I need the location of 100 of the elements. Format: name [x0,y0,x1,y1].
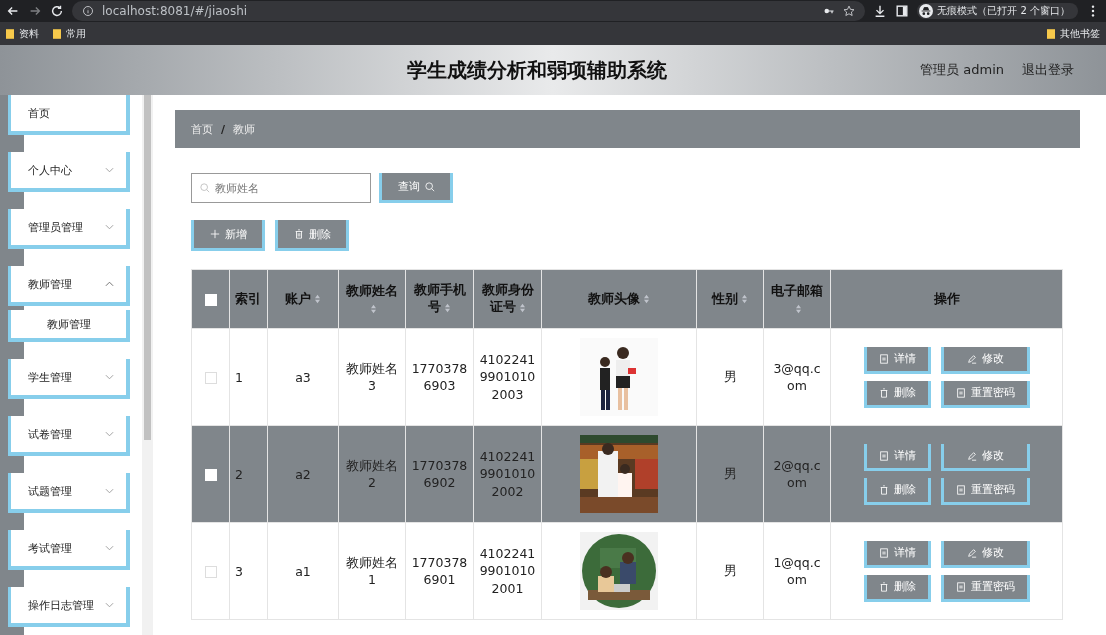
document-icon [878,547,889,558]
sort-icon[interactable] [314,294,321,304]
sort-icon[interactable] [518,302,526,313]
reset-password-button[interactable]: 重置密码 [940,477,1030,505]
detail-button[interactable]: 详情 [863,540,931,568]
column-header[interactable]: 教师姓名 [338,269,406,329]
pencil-icon [966,547,977,558]
table-cell: 1@qq.com [763,522,831,620]
sidebar-item[interactable]: 首页 [8,95,130,135]
row-checkbox[interactable] [204,566,217,578]
row-checkbox[interactable] [204,372,217,384]
star-icon[interactable] [843,5,856,17]
sort-icon[interactable] [370,303,377,314]
back-icon[interactable] [6,4,20,18]
sidebar-label: 试卷管理 [28,426,72,442]
search-icon [200,183,210,193]
bookmark-label: 资料 [19,26,39,41]
table-cell: 教师姓名1 [338,522,406,620]
reset-password-button[interactable]: 重置密码 [940,380,1030,408]
table-cell: 17703786901 [405,522,474,620]
breadcrumb-link[interactable]: 教师 [233,121,256,137]
sort-icon[interactable] [643,294,650,304]
sidebar-subitem[interactable]: 教师管理 [8,310,130,342]
table-cell: 1 [229,328,268,426]
logout-link[interactable]: 退出登录 [1022,61,1074,79]
column-header[interactable]: 教师身份证号 [473,269,542,329]
incognito-badge[interactable]: 无痕模式（已打开 2 个窗口） [917,3,1078,19]
column-header[interactable]: 教师头像 [541,269,697,329]
delete-button[interactable]: 删除 [863,574,931,602]
query-button[interactable]: 查询 [379,173,453,203]
delete-button[interactable]: 删除 [275,220,349,251]
incognito-label: 无痕模式（已打开 2 个窗口） [937,4,1070,18]
select-all-checkbox[interactable] [204,294,217,306]
sort-icon[interactable] [795,303,802,314]
table-cell: 男 [696,425,764,523]
reset-password-button[interactable]: 重置密码 [940,574,1030,602]
sort-icon[interactable] [741,294,748,304]
table-cell: 2 [229,425,268,523]
incognito-icon [919,4,934,18]
app-title: 学生成绩分析和弱项辅助系统 [407,56,667,84]
sidebar-item[interactable]: 教师管理 [8,266,130,306]
folder-icon [6,28,14,39]
table-cell: 教师姓名3 [338,328,406,426]
sidebar-label: 试题管理 [28,483,72,499]
edit-button[interactable]: 修改 [940,443,1030,471]
column-header[interactable]: 性别 [696,269,764,329]
table-cell: 2@qq.com [763,425,831,523]
sidebar-item[interactable]: 操作日志管理 [8,587,130,627]
url-text: localhost:8081/#/jiaoshi [102,4,248,18]
bookmark-folder[interactable]: 常用 [53,26,86,41]
sidebar-label: 考试管理 [28,540,72,556]
sidebar-item[interactable]: 管理员管理 [8,209,130,249]
sidebar-item[interactable]: 试题管理 [8,473,130,513]
info-icon [82,5,94,17]
table-cell: 410224199010102003 [473,328,542,426]
search-field[interactable]: 教师姓名 [191,173,371,203]
edit-button[interactable]: 修改 [940,346,1030,374]
sidebar-item[interactable]: 学生管理 [8,359,130,399]
table-cell: a1 [267,522,339,620]
bookmark-folder[interactable]: 资料 [6,26,39,41]
scrollbar[interactable] [142,95,153,635]
bookmark-folder[interactable]: 其他书签 [1047,26,1100,41]
address-bar[interactable]: localhost:8081/#/jiaoshi [72,1,866,21]
edit-button[interactable]: 修改 [940,540,1030,568]
table-cell: 17703786902 [405,425,474,523]
table-cell: 410224199010102002 [473,425,542,523]
sidebar-item[interactable]: 试卷管理 [8,416,130,456]
user-label: 管理员 admin [920,61,1004,79]
sidebar-item[interactable]: 个人中心 [8,152,130,192]
sidebar-label: 个人中心 [28,162,72,178]
document-icon [878,353,889,364]
side-panel-icon[interactable] [895,4,910,18]
column-header: 操作 [830,269,1063,329]
table-cell: a3 [267,328,339,426]
column-header[interactable]: 电子邮箱 [763,269,831,329]
delete-button[interactable]: 删除 [863,380,931,408]
reload-icon[interactable] [50,4,64,18]
bookmark-label: 其他书签 [1060,26,1100,41]
sort-icon[interactable] [444,302,451,313]
table-cell: 3 [229,522,268,620]
delete-button[interactable]: 删除 [863,477,931,505]
table-cell: 410224199010102001 [473,522,542,620]
sidebar-label: 教师管理 [28,276,72,292]
column-header[interactable]: 教师手机号 [405,269,474,329]
trash-icon [878,484,889,495]
trash-icon [293,229,304,239]
table-cell: 男 [696,522,764,620]
detail-button[interactable]: 详情 [863,346,931,374]
folder-icon [1047,28,1055,39]
column-header[interactable]: 账户 [267,269,339,329]
trash-icon [878,581,889,592]
document-icon [955,484,966,495]
detail-button[interactable]: 详情 [863,443,931,471]
breadcrumb-link[interactable]: 首页 [191,121,213,137]
sidebar-label: 首页 [28,105,50,121]
forward-icon[interactable] [28,4,42,18]
sidebar-item[interactable]: 考试管理 [8,530,130,570]
add-button[interactable]: 新增 [191,220,265,251]
sidebar-label: 学生管理 [28,369,72,385]
pencil-icon [966,353,977,364]
